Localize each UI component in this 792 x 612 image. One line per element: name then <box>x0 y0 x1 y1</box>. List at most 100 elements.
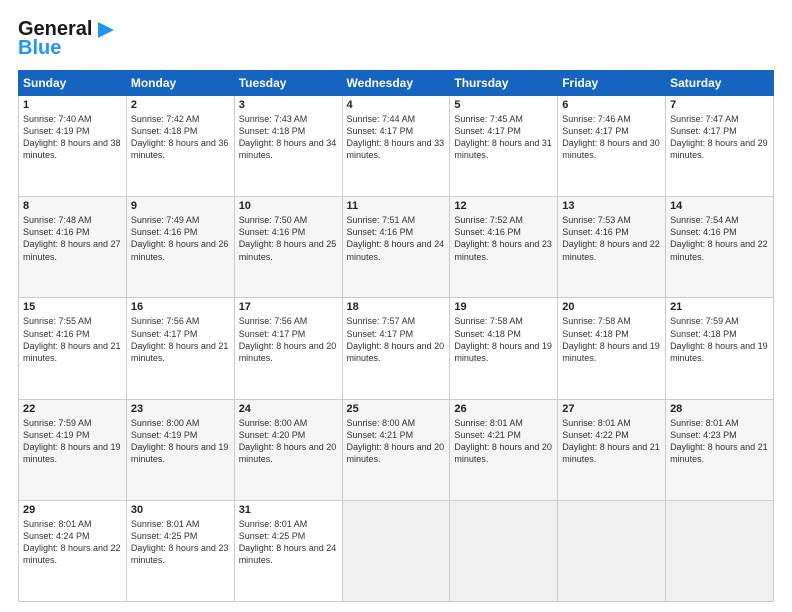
cell-info: Sunrise: 7:48 AMSunset: 4:16 PMDaylight:… <box>23 214 122 263</box>
calendar-cell: 26 Sunrise: 8:01 AMSunset: 4:21 PMDayligh… <box>450 399 558 500</box>
calendar-cell: 27 Sunrise: 8:01 AMSunset: 4:22 PMDayligh… <box>558 399 666 500</box>
cell-info: Sunrise: 7:55 AMSunset: 4:16 PMDaylight:… <box>23 315 122 364</box>
calendar-cell: 8 Sunrise: 7:48 AMSunset: 4:16 PMDaylight… <box>19 197 127 298</box>
day-number: 26 <box>454 403 553 415</box>
cell-info: Sunrise: 8:01 AMSunset: 4:25 PMDaylight:… <box>239 518 338 567</box>
day-number: 15 <box>23 301 122 313</box>
weekday-header-row: SundayMondayTuesdayWednesdayThursdayFrid… <box>19 71 774 96</box>
cell-info: Sunrise: 8:00 AMSunset: 4:20 PMDaylight:… <box>239 417 338 466</box>
calendar-cell <box>342 500 450 601</box>
cell-info: Sunrise: 8:01 AMSunset: 4:25 PMDaylight:… <box>131 518 230 567</box>
calendar-cell: 15 Sunrise: 7:55 AMSunset: 4:16 PMDayligh… <box>19 298 127 399</box>
logo-blue: Blue <box>18 37 61 60</box>
day-number: 28 <box>670 403 769 415</box>
calendar-cell: 9Sunrise: 7:49 AMSunset: 4:16 PMDaylight… <box>126 197 234 298</box>
week-row-1: 1 Sunrise: 7:40 AMSunset: 4:19 PMDaylight… <box>19 96 774 197</box>
day-number: 16 <box>131 301 230 313</box>
cell-info: Sunrise: 8:00 AMSunset: 4:19 PMDaylight:… <box>131 417 230 466</box>
calendar-cell: 25Sunrise: 8:00 AMSunset: 4:21 PMDayligh… <box>342 399 450 500</box>
cell-info: Sunrise: 8:01 AMSunset: 4:22 PMDaylight:… <box>562 417 661 466</box>
cell-info: Sunrise: 7:58 AMSunset: 4:18 PMDaylight:… <box>454 315 553 364</box>
calendar-cell: 30Sunrise: 8:01 AMSunset: 4:25 PMDayligh… <box>126 500 234 601</box>
day-number: 13 <box>562 200 661 212</box>
cell-info: Sunrise: 7:44 AMSunset: 4:17 PMDaylight:… <box>347 113 446 162</box>
cell-info: Sunrise: 8:01 AMSunset: 4:24 PMDaylight:… <box>23 518 122 567</box>
weekday-header-wednesday: Wednesday <box>342 71 450 96</box>
week-row-5: 29 Sunrise: 8:01 AMSunset: 4:24 PMDayligh… <box>19 500 774 601</box>
day-number: 22 <box>23 403 122 415</box>
weekday-header-tuesday: Tuesday <box>234 71 342 96</box>
weekday-header-monday: Monday <box>126 71 234 96</box>
calendar-cell: 29 Sunrise: 8:01 AMSunset: 4:24 PMDayligh… <box>19 500 127 601</box>
cell-info: Sunrise: 8:00 AMSunset: 4:21 PMDaylight:… <box>347 417 446 466</box>
day-number: 24 <box>239 403 338 415</box>
day-number: 4 <box>347 99 446 111</box>
day-number: 5 <box>454 99 553 111</box>
cell-info: Sunrise: 7:50 AMSunset: 4:16 PMDaylight:… <box>239 214 338 263</box>
calendar-cell: 21 Sunrise: 7:59 AMSunset: 4:18 PMDayligh… <box>666 298 774 399</box>
calendar-cell: 10 Sunrise: 7:50 AMSunset: 4:16 PMDayligh… <box>234 197 342 298</box>
page: General Blue SundayMondayTuesdayWednesda… <box>0 0 792 612</box>
week-row-4: 22 Sunrise: 7:59 AMSunset: 4:19 PMDayligh… <box>19 399 774 500</box>
calendar-cell: 12Sunrise: 7:52 AMSunset: 4:16 PMDayligh… <box>450 197 558 298</box>
calendar-cell: 17Sunrise: 7:56 AMSunset: 4:17 PMDayligh… <box>234 298 342 399</box>
cell-info: Sunrise: 7:46 AMSunset: 4:17 PMDaylight:… <box>562 113 661 162</box>
day-number: 23 <box>131 403 230 415</box>
cell-info: Sunrise: 7:42 AMSunset: 4:18 PMDaylight:… <box>131 113 230 162</box>
day-number: 29 <box>23 504 122 516</box>
cell-info: Sunrise: 8:01 AMSunset: 4:23 PMDaylight:… <box>670 417 769 466</box>
calendar-cell <box>666 500 774 601</box>
day-number: 1 <box>23 99 122 111</box>
day-number: 10 <box>239 200 338 212</box>
calendar-cell: 13 Sunrise: 7:53 AMSunset: 4:16 PMDayligh… <box>558 197 666 298</box>
day-number: 18 <box>347 301 446 313</box>
cell-info: Sunrise: 7:45 AMSunset: 4:17 PMDaylight:… <box>454 113 553 162</box>
logo: General Blue <box>18 18 116 60</box>
calendar-cell: 24 Sunrise: 8:00 AMSunset: 4:20 PMDayligh… <box>234 399 342 500</box>
day-number: 21 <box>670 301 769 313</box>
day-number: 19 <box>454 301 553 313</box>
calendar-cell: 16 Sunrise: 7:56 AMSunset: 4:17 PMDayligh… <box>126 298 234 399</box>
calendar-cell: 19 Sunrise: 7:58 AMSunset: 4:18 PMDayligh… <box>450 298 558 399</box>
calendar-cell: 20Sunrise: 7:58 AMSunset: 4:18 PMDayligh… <box>558 298 666 399</box>
calendar-cell: 1 Sunrise: 7:40 AMSunset: 4:19 PMDaylight… <box>19 96 127 197</box>
day-number: 31 <box>239 504 338 516</box>
cell-info: Sunrise: 7:53 AMSunset: 4:16 PMDaylight:… <box>562 214 661 263</box>
calendar-cell: 28 Sunrise: 8:01 AMSunset: 4:23 PMDayligh… <box>666 399 774 500</box>
calendar-cell: 2 Sunrise: 7:42 AMSunset: 4:18 PMDaylight… <box>126 96 234 197</box>
week-row-2: 8 Sunrise: 7:48 AMSunset: 4:16 PMDaylight… <box>19 197 774 298</box>
calendar-cell: 22 Sunrise: 7:59 AMSunset: 4:19 PMDayligh… <box>19 399 127 500</box>
day-number: 27 <box>562 403 661 415</box>
day-number: 7 <box>670 99 769 111</box>
day-number: 2 <box>131 99 230 111</box>
calendar-cell: 31 Sunrise: 8:01 AMSunset: 4:25 PMDayligh… <box>234 500 342 601</box>
logo-triangle-icon <box>96 20 116 40</box>
day-number: 8 <box>23 200 122 212</box>
weekday-header-thursday: Thursday <box>450 71 558 96</box>
cell-info: Sunrise: 7:40 AMSunset: 4:19 PMDaylight:… <box>23 113 122 162</box>
cell-info: Sunrise: 7:57 AMSunset: 4:17 PMDaylight:… <box>347 315 446 364</box>
day-number: 12 <box>454 200 553 212</box>
day-number: 6 <box>562 99 661 111</box>
day-number: 11 <box>347 200 446 212</box>
calendar-cell: 6 Sunrise: 7:46 AMSunset: 4:17 PMDaylight… <box>558 96 666 197</box>
calendar-cell: 7Sunrise: 7:47 AMSunset: 4:17 PMDaylight… <box>666 96 774 197</box>
header: General Blue <box>18 18 774 60</box>
day-number: 3 <box>239 99 338 111</box>
cell-info: Sunrise: 7:59 AMSunset: 4:19 PMDaylight:… <box>23 417 122 466</box>
calendar-table: SundayMondayTuesdayWednesdayThursdayFrid… <box>18 70 774 602</box>
cell-info: Sunrise: 7:56 AMSunset: 4:17 PMDaylight:… <box>239 315 338 364</box>
calendar-cell <box>450 500 558 601</box>
day-number: 9 <box>131 200 230 212</box>
weekday-header-sunday: Sunday <box>19 71 127 96</box>
cell-info: Sunrise: 7:56 AMSunset: 4:17 PMDaylight:… <box>131 315 230 364</box>
weekday-header-friday: Friday <box>558 71 666 96</box>
weekday-header-saturday: Saturday <box>666 71 774 96</box>
cell-info: Sunrise: 8:01 AMSunset: 4:21 PMDaylight:… <box>454 417 553 466</box>
day-number: 14 <box>670 200 769 212</box>
cell-info: Sunrise: 7:58 AMSunset: 4:18 PMDaylight:… <box>562 315 661 364</box>
calendar-cell: 11Sunrise: 7:51 AMSunset: 4:16 PMDayligh… <box>342 197 450 298</box>
cell-info: Sunrise: 7:43 AMSunset: 4:18 PMDaylight:… <box>239 113 338 162</box>
calendar-cell: 14Sunrise: 7:54 AMSunset: 4:16 PMDayligh… <box>666 197 774 298</box>
cell-info: Sunrise: 7:59 AMSunset: 4:18 PMDaylight:… <box>670 315 769 364</box>
